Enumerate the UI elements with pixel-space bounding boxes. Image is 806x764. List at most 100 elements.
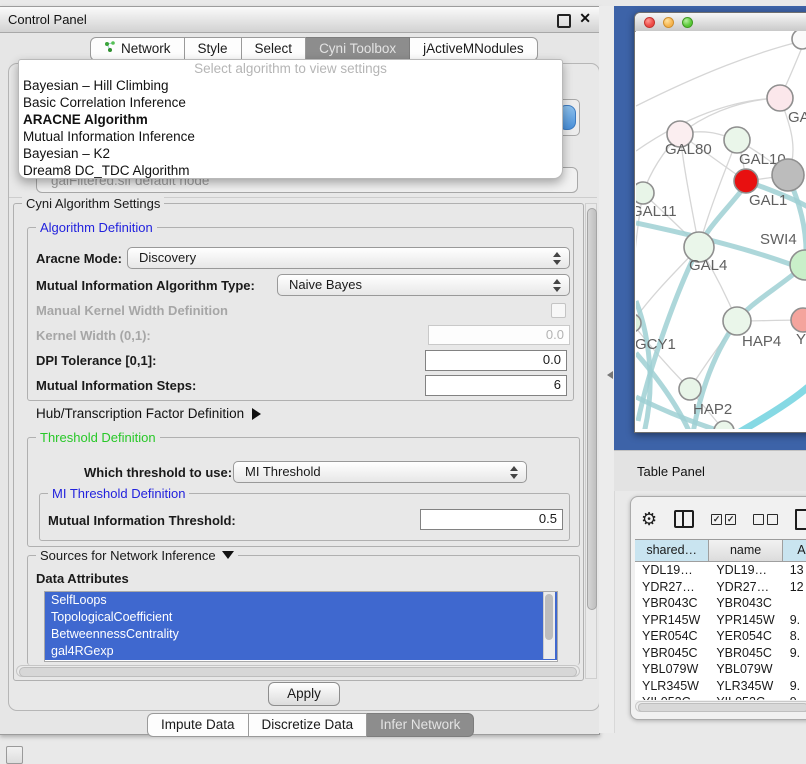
table-cell: YIL052C (709, 694, 782, 700)
network-node-gal11[interactable] (636, 182, 654, 204)
network-node-gal10[interactable] (724, 127, 750, 153)
node-table: shared…nameA YDL19…YDL19…13YDR27…YDR27…1… (635, 539, 806, 700)
checked-columns-icon[interactable]: ✓✓ (711, 514, 736, 525)
algorithm-option-dream8-dc-tdc-algorithm[interactable]: Dream8 DC_TDC Algorithm (19, 162, 562, 179)
aracne-mode-label: Aracne Mode: (36, 251, 122, 266)
settings-scrollbar[interactable] (585, 203, 597, 679)
algorithm-option-bayesian-hill-climbing[interactable]: Bayesian – Hill Climbing (19, 77, 562, 94)
table-row[interactable]: YER054CYER054C8. (635, 628, 806, 645)
settings-horizontal-scrollbar-thumb[interactable] (19, 667, 577, 677)
float-icon[interactable] (557, 14, 571, 28)
data-attributes-list[interactable]: SelfLoopsTopologicalCoefficientBetweenne… (44, 591, 558, 662)
settings-horizontal-scrollbar[interactable] (16, 665, 580, 677)
network-canvas[interactable]: GALGAL80GAL10GAL1GAL11SWI4GAL4GCY1HAP4YH… (636, 31, 806, 429)
table-row[interactable]: YDL19…YDL19…13 (635, 562, 806, 579)
table-cell: 9. (783, 694, 806, 700)
network-edge[interactable] (738, 387, 806, 429)
network-node-label: GAL (788, 109, 806, 126)
mi-algorithm-type-combo[interactable]: Naive Bayes (277, 274, 570, 296)
table-cell: 9. (783, 678, 806, 695)
network-node-label: Y (796, 331, 806, 348)
kernel-width-field[interactable]: 0.0 (428, 325, 570, 345)
table-cell: 13 (783, 562, 806, 579)
table-row[interactable]: YBR045CYBR045C9. (635, 645, 806, 662)
algorithm-option-bayesian-k2[interactable]: Bayesian – K2 (19, 145, 562, 162)
table-horizontal-scrollbar[interactable] (635, 701, 806, 712)
table-header-row: shared…nameA (635, 540, 806, 562)
network-node-y[interactable] (791, 308, 806, 332)
minimize-traffic-light-icon[interactable] (663, 17, 674, 28)
table-row[interactable]: YBL079WYBL079W (635, 661, 806, 678)
attributes-scrollbar-thumb[interactable] (545, 594, 553, 640)
table-cell: YLR345W (635, 678, 709, 695)
algorithm-option-basic-correlation-inference[interactable]: Basic Correlation Inference (19, 94, 562, 111)
new-table-icon[interactable] (795, 509, 806, 530)
gear-icon[interactable]: ⚙ (641, 509, 657, 529)
column-header-shared[interactable]: shared… (635, 540, 709, 562)
bottom-tab-discretize-data[interactable]: Discretize Data (249, 713, 368, 737)
zoom-traffic-light-icon[interactable] (682, 17, 693, 28)
table-row[interactable]: YPR145WYPR145W9. (635, 612, 806, 629)
attribute-item-selfloops[interactable]: SelfLoops (45, 592, 557, 609)
network-node-hap4[interactable] (723, 307, 751, 335)
panel-collapse-arrow-icon[interactable] (607, 371, 613, 379)
table-cell: 8. (783, 628, 806, 645)
network-icon (104, 38, 116, 60)
hub-section-toggle[interactable]: Hub/Transcription Factor Definition (36, 406, 261, 421)
table-row[interactable]: YIL052CYIL052C9. (635, 694, 806, 700)
tab-style[interactable]: Style (185, 37, 242, 61)
table-row[interactable]: YDR27…YDR27…12 (635, 579, 806, 596)
unchecked-columns-icon[interactable] (753, 514, 778, 525)
settings-scrollbar-thumb[interactable] (587, 208, 597, 610)
minimized-panel-icon[interactable] (6, 746, 23, 764)
manual-kernel-checkbox[interactable] (551, 303, 566, 318)
table-row[interactable]: YBR043CYBR043C (635, 595, 806, 612)
which-threshold-label: Which threshold to use: (84, 465, 232, 480)
tab-network[interactable]: Network (90, 37, 185, 61)
column-header-name[interactable]: name (709, 540, 782, 562)
control-panel-window: Control Panel ✕ NetworkStyleSelectCyni T… (0, 6, 600, 735)
close-icon[interactable]: ✕ (579, 10, 591, 27)
cyni-algorithm-settings-title: Cyni Algorithm Settings (22, 196, 164, 211)
network-node[interactable] (792, 31, 806, 49)
table-cell: YPR145W (635, 612, 709, 629)
tab-select[interactable]: Select (242, 37, 307, 61)
which-threshold-combo[interactable]: MI Threshold (233, 461, 527, 483)
cytoscape-desktop: Control Panel ✕ NetworkStyleSelectCyni T… (0, 0, 806, 762)
sources-title[interactable]: Sources for Network Inference (36, 548, 238, 563)
mi-type-label: Mutual Information Algorithm Type: (36, 278, 255, 293)
bottom-tab-infer-network[interactable]: Infer Network (367, 713, 474, 737)
network-window-titlebar[interactable] (635, 13, 806, 32)
dpi-tolerance-field[interactable]: 0.0 (425, 350, 567, 371)
table-cell (783, 661, 806, 678)
network-node-gal[interactable] (767, 85, 793, 111)
table-row[interactable]: YLR345WYLR345W9. (635, 678, 806, 695)
attribute-item-betweennesscentrality[interactable]: BetweennessCentrality (45, 626, 557, 643)
attribute-item-gal4rgexp[interactable]: gal4RGexp (45, 643, 557, 660)
tab-cyni-toolbox[interactable]: Cyni Toolbox (306, 37, 410, 61)
column-header-a[interactable]: A (783, 540, 806, 562)
bottom-tab-impute-data[interactable]: Impute Data (147, 713, 249, 737)
tab-jactivemnodules[interactable]: jActiveMNodules (410, 37, 538, 61)
network-node-hap2[interactable] (679, 378, 701, 400)
network-node[interactable] (772, 159, 804, 191)
network-node-gal1[interactable] (734, 169, 758, 193)
apply-button[interactable]: Apply (268, 682, 340, 706)
attribute-item-topologicalcoefficient[interactable]: TopologicalCoefficient (45, 609, 557, 626)
mi-steps-field[interactable]: 6 (425, 375, 567, 396)
split-panes-icon[interactable] (674, 510, 694, 528)
network-node-label: GAL1 (749, 192, 787, 209)
algorithm-dropdown-prompt: Select algorithm to view settings (19, 61, 562, 77)
close-traffic-light-icon[interactable] (644, 17, 655, 28)
mi-threshold-field[interactable]: 0.5 (420, 509, 563, 530)
hub-section-label: Hub/Transcription Factor Definition (36, 406, 244, 421)
control-panel-titlebar[interactable]: Control Panel ✕ (0, 7, 599, 33)
cyni-bottom-tabs: Impute DataDiscretize DataInfer Network (147, 713, 474, 737)
table-horizontal-scrollbar-thumb[interactable] (638, 703, 806, 712)
attributes-scrollbar[interactable] (543, 592, 555, 659)
panel-divider[interactable] (599, 6, 615, 733)
algorithm-option-aracne-algorithm[interactable]: ARACNE Algorithm (19, 111, 562, 128)
table-panel-titlebar[interactable]: Table Panel (614, 450, 806, 491)
aracne-mode-combo[interactable]: Discovery (127, 247, 570, 269)
algorithm-option-mutual-information-inference[interactable]: Mutual Information Inference (19, 128, 562, 145)
